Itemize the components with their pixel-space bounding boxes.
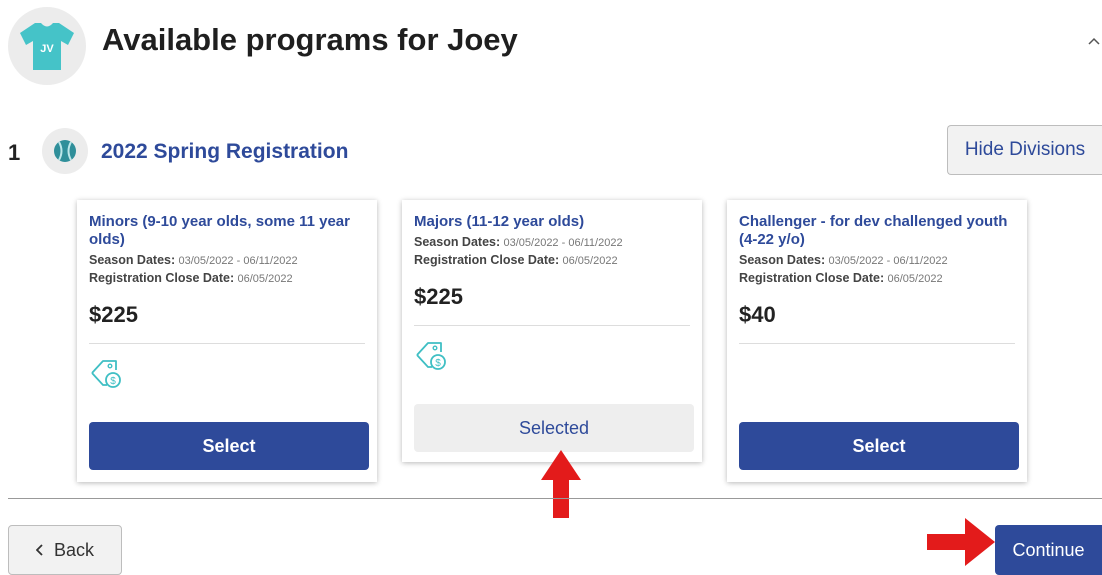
program-price: $225 [89, 302, 138, 327]
close-date-value: 06/05/2022 [237, 273, 293, 285]
divider [739, 343, 1015, 344]
back-label: Back [53, 539, 95, 560]
baseball-icon [42, 128, 88, 174]
program-card-challenger: Challenger - for dev challenged youth (4… [727, 200, 1027, 482]
program-title: Majors (11-12 year olds) [414, 213, 585, 230]
avatar-initials: JV [40, 43, 54, 55]
program-title: Challenger - for dev challenged youth (4… [739, 213, 1008, 248]
hide-divisions-button[interactable]: Hide Divisions [947, 125, 1102, 175]
selected-button[interactable]: Selected [414, 404, 694, 452]
program-price: $225 [414, 284, 463, 309]
select-button[interactable]: Select [89, 422, 369, 470]
footer-divider [8, 498, 1102, 499]
close-date: Registration Close Date: 06/05/2022 [414, 252, 690, 270]
price-tag-icon: $ [89, 356, 123, 390]
tshirt-icon: JV [20, 23, 74, 70]
season-dates-label: Season Dates: [89, 253, 176, 267]
annotation-arrow-right-icon [927, 518, 995, 566]
season-dates-value: 03/05/2022 - 06/11/2022 [503, 237, 623, 249]
close-date: Registration Close Date: 06/05/2022 [739, 270, 1015, 288]
divider [89, 343, 365, 344]
divider [414, 325, 690, 326]
season-dates-label: Season Dates: [414, 235, 501, 249]
season-dates: Season Dates: 03/05/2022 - 06/11/2022 [739, 252, 1015, 270]
season-dates-label: Season Dates: [739, 253, 826, 267]
close-date: Registration Close Date: 06/05/2022 [89, 270, 365, 288]
svg-text:$: $ [110, 376, 116, 387]
avatar: JV [8, 7, 86, 85]
page-title: Available programs for Joey [102, 22, 518, 57]
program-card-majors: Majors (11-12 year olds) Season Dates: 0… [402, 200, 702, 462]
program-card-minors: Minors (9-10 year olds, some 11 year old… [77, 200, 377, 482]
program-title: Minors (9-10 year olds, some 11 year old… [89, 213, 350, 248]
close-date-label: Registration Close Date: [739, 271, 885, 285]
price-tag-icon: $ [414, 338, 448, 372]
step-number: 1 [8, 140, 21, 165]
select-button[interactable]: Select [739, 422, 1019, 470]
season-title[interactable]: 2022 Spring Registration [101, 140, 348, 164]
season-dates: Season Dates: 03/05/2022 - 06/11/2022 [414, 234, 690, 252]
program-price: $40 [739, 302, 776, 327]
season-dates: Season Dates: 03/05/2022 - 06/11/2022 [89, 252, 365, 270]
season-dates-value: 03/05/2022 - 06/11/2022 [828, 255, 948, 267]
annotation-arrow-up-icon [541, 450, 581, 518]
chevron-up-icon[interactable] [1088, 30, 1100, 51]
close-date-label: Registration Close Date: [414, 253, 560, 267]
close-date-label: Registration Close Date: [89, 271, 235, 285]
chevron-left-icon [35, 540, 44, 561]
season-dates-value: 03/05/2022 - 06/11/2022 [178, 255, 298, 267]
close-date-value: 06/05/2022 [562, 255, 618, 267]
close-date-value: 06/05/2022 [887, 273, 943, 285]
svg-text:$: $ [435, 358, 441, 369]
